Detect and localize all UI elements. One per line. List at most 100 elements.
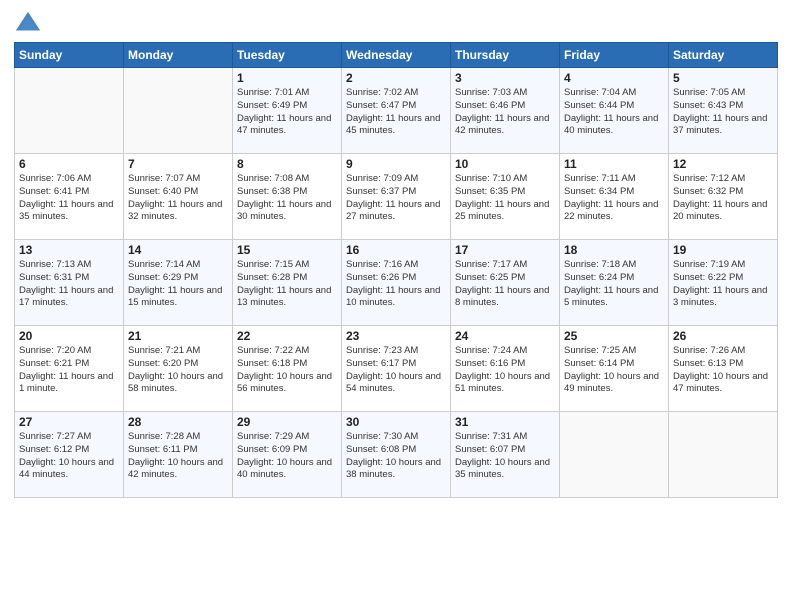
calendar-cell: 15Sunrise: 7:15 AMSunset: 6:28 PMDayligh…	[233, 240, 342, 326]
cell-content: Sunrise: 7:14 AMSunset: 6:29 PMDaylight:…	[128, 259, 228, 310]
logo	[14, 10, 46, 38]
day-number: 23	[346, 329, 446, 343]
cell-content: Sunrise: 7:22 AMSunset: 6:18 PMDaylight:…	[237, 345, 337, 396]
cell-content: Sunrise: 7:01 AMSunset: 6:49 PMDaylight:…	[237, 87, 337, 138]
day-number: 17	[455, 243, 555, 257]
cell-content: Sunrise: 7:09 AMSunset: 6:37 PMDaylight:…	[346, 173, 446, 224]
cell-content: Sunrise: 7:28 AMSunset: 6:11 PMDaylight:…	[128, 431, 228, 482]
calendar-cell: 27Sunrise: 7:27 AMSunset: 6:12 PMDayligh…	[15, 412, 124, 498]
cell-content: Sunrise: 7:11 AMSunset: 6:34 PMDaylight:…	[564, 173, 664, 224]
calendar-cell: 25 Sunrise: 7:25 AMSunset: 6:14 PMDayligh…	[560, 326, 669, 412]
calendar-cell: 2 Sunrise: 7:02 AMSunset: 6:47 PMDaylight…	[342, 68, 451, 154]
day-number: 24	[455, 329, 555, 343]
day-number: 4	[564, 71, 664, 85]
weekday-header: Friday	[560, 43, 669, 68]
calendar-cell: 12Sunrise: 7:12 AMSunset: 6:32 PMDayligh…	[669, 154, 778, 240]
calendar-cell	[669, 412, 778, 498]
calendar-cell: 17Sunrise: 7:17 AMSunset: 6:25 PMDayligh…	[451, 240, 560, 326]
calendar-cell: 11 Sunrise: 7:11 AMSunset: 6:34 PMDayligh…	[560, 154, 669, 240]
header	[14, 10, 778, 38]
day-number: 12	[673, 157, 773, 171]
day-number: 19	[673, 243, 773, 257]
calendar-cell: 29 Sunrise: 7:29 AMSunset: 6:09 PMDayligh…	[233, 412, 342, 498]
calendar-cell	[560, 412, 669, 498]
weekday-header: Monday	[124, 43, 233, 68]
day-number: 6	[19, 157, 119, 171]
day-number: 3	[455, 71, 555, 85]
calendar-cell: 1 Sunrise: 7:01 AMSunset: 6:49 PMDaylight…	[233, 68, 342, 154]
calendar-cell: 28 Sunrise: 7:28 AMSunset: 6:11 PMDayligh…	[124, 412, 233, 498]
day-number: 25	[564, 329, 664, 343]
weekday-header: Thursday	[451, 43, 560, 68]
day-number: 10	[455, 157, 555, 171]
cell-content: Sunrise: 7:06 AMSunset: 6:41 PMDaylight:…	[19, 173, 119, 224]
calendar-cell: 9 Sunrise: 7:09 AMSunset: 6:37 PMDaylight…	[342, 154, 451, 240]
cell-content: Sunrise: 7:02 AMSunset: 6:47 PMDaylight:…	[346, 87, 446, 138]
calendar-cell: 14Sunrise: 7:14 AMSunset: 6:29 PMDayligh…	[124, 240, 233, 326]
day-number: 28	[128, 415, 228, 429]
cell-content: Sunrise: 7:07 AMSunset: 6:40 PMDaylight:…	[128, 173, 228, 224]
day-number: 31	[455, 415, 555, 429]
day-number: 1	[237, 71, 337, 85]
calendar-week-row: 20Sunrise: 7:20 AMSunset: 6:21 PMDayligh…	[15, 326, 778, 412]
cell-content: Sunrise: 7:26 AMSunset: 6:13 PMDaylight:…	[673, 345, 773, 396]
day-number: 21	[128, 329, 228, 343]
calendar-cell: 19 Sunrise: 7:19 AMSunset: 6:22 PMDayligh…	[669, 240, 778, 326]
calendar-cell: 3 Sunrise: 7:03 AMSunset: 6:46 PMDaylight…	[451, 68, 560, 154]
calendar-cell: 22 Sunrise: 7:22 AMSunset: 6:18 PMDayligh…	[233, 326, 342, 412]
calendar-cell: 31 Sunrise: 7:31 AMSunset: 6:07 PMDayligh…	[451, 412, 560, 498]
calendar-cell: 21 Sunrise: 7:21 AMSunset: 6:20 PMDayligh…	[124, 326, 233, 412]
day-number: 29	[237, 415, 337, 429]
day-number: 5	[673, 71, 773, 85]
day-number: 2	[346, 71, 446, 85]
cell-content: Sunrise: 7:25 AMSunset: 6:14 PMDaylight:…	[564, 345, 664, 396]
day-number: 16	[346, 243, 446, 257]
calendar: SundayMondayTuesdayWednesdayThursdayFrid…	[14, 42, 778, 498]
calendar-cell: 13Sunrise: 7:13 AMSunset: 6:31 PMDayligh…	[15, 240, 124, 326]
calendar-cell: 7 Sunrise: 7:07 AMSunset: 6:40 PMDaylight…	[124, 154, 233, 240]
day-number: 9	[346, 157, 446, 171]
day-number: 30	[346, 415, 446, 429]
day-number: 7	[128, 157, 228, 171]
calendar-cell: 18 Sunrise: 7:18 AMSunset: 6:24 PMDayligh…	[560, 240, 669, 326]
calendar-week-row: 27Sunrise: 7:27 AMSunset: 6:12 PMDayligh…	[15, 412, 778, 498]
cell-content: Sunrise: 7:18 AMSunset: 6:24 PMDaylight:…	[564, 259, 664, 310]
cell-content: Sunrise: 7:08 AMSunset: 6:38 PMDaylight:…	[237, 173, 337, 224]
calendar-cell: 20Sunrise: 7:20 AMSunset: 6:21 PMDayligh…	[15, 326, 124, 412]
cell-content: Sunrise: 7:16 AMSunset: 6:26 PMDaylight:…	[346, 259, 446, 310]
cell-content: Sunrise: 7:21 AMSunset: 6:20 PMDaylight:…	[128, 345, 228, 396]
calendar-cell: 5 Sunrise: 7:05 AMSunset: 6:43 PMDaylight…	[669, 68, 778, 154]
calendar-cell: 24 Sunrise: 7:24 AMSunset: 6:16 PMDayligh…	[451, 326, 560, 412]
cell-content: Sunrise: 7:31 AMSunset: 6:07 PMDaylight:…	[455, 431, 555, 482]
cell-content: Sunrise: 7:10 AMSunset: 6:35 PMDaylight:…	[455, 173, 555, 224]
cell-content: Sunrise: 7:03 AMSunset: 6:46 PMDaylight:…	[455, 87, 555, 138]
calendar-cell	[15, 68, 124, 154]
cell-content: Sunrise: 7:24 AMSunset: 6:16 PMDaylight:…	[455, 345, 555, 396]
calendar-cell: 10 Sunrise: 7:10 AMSunset: 6:35 PMDayligh…	[451, 154, 560, 240]
cell-content: Sunrise: 7:29 AMSunset: 6:09 PMDaylight:…	[237, 431, 337, 482]
calendar-week-row: 1 Sunrise: 7:01 AMSunset: 6:49 PMDaylight…	[15, 68, 778, 154]
day-number: 11	[564, 157, 664, 171]
calendar-cell: 23 Sunrise: 7:23 AMSunset: 6:17 PMDayligh…	[342, 326, 451, 412]
day-number: 18	[564, 243, 664, 257]
day-number: 15	[237, 243, 337, 257]
weekday-header: Saturday	[669, 43, 778, 68]
cell-content: Sunrise: 7:27 AMSunset: 6:12 PMDaylight:…	[19, 431, 119, 482]
weekday-header: Sunday	[15, 43, 124, 68]
calendar-cell	[124, 68, 233, 154]
cell-content: Sunrise: 7:30 AMSunset: 6:08 PMDaylight:…	[346, 431, 446, 482]
cell-content: Sunrise: 7:13 AMSunset: 6:31 PMDaylight:…	[19, 259, 119, 310]
day-number: 22	[237, 329, 337, 343]
cell-content: Sunrise: 7:20 AMSunset: 6:21 PMDaylight:…	[19, 345, 119, 396]
calendar-week-row: 13Sunrise: 7:13 AMSunset: 6:31 PMDayligh…	[15, 240, 778, 326]
calendar-cell: 30 Sunrise: 7:30 AMSunset: 6:08 PMDayligh…	[342, 412, 451, 498]
calendar-cell: 6 Sunrise: 7:06 AMSunset: 6:41 PMDaylight…	[15, 154, 124, 240]
calendar-week-row: 6 Sunrise: 7:06 AMSunset: 6:41 PMDaylight…	[15, 154, 778, 240]
weekday-header: Tuesday	[233, 43, 342, 68]
cell-content: Sunrise: 7:23 AMSunset: 6:17 PMDaylight:…	[346, 345, 446, 396]
cell-content: Sunrise: 7:05 AMSunset: 6:43 PMDaylight:…	[673, 87, 773, 138]
calendar-cell: 4Sunrise: 7:04 AMSunset: 6:44 PMDaylight…	[560, 68, 669, 154]
day-number: 8	[237, 157, 337, 171]
cell-content: Sunrise: 7:19 AMSunset: 6:22 PMDaylight:…	[673, 259, 773, 310]
calendar-header-row: SundayMondayTuesdayWednesdayThursdayFrid…	[15, 43, 778, 68]
